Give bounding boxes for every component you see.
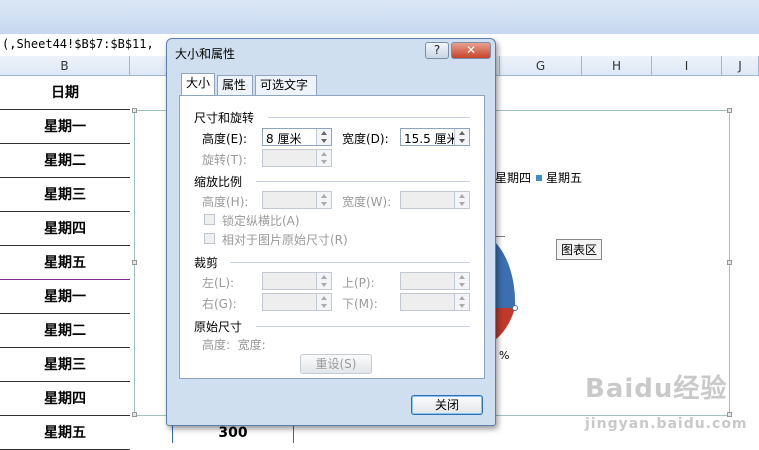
crop-left-spinner[interactable] (262, 272, 332, 290)
cell-row[interactable]: 星期四 (0, 382, 130, 416)
divider (268, 117, 470, 118)
tab-size[interactable]: 大小 (181, 73, 215, 95)
rotate-label: 旋转(T): (202, 153, 247, 167)
width-spinner[interactable]: 15.5 厘米 (400, 128, 470, 146)
help-button[interactable]: ? (425, 42, 449, 59)
resize-handle[interactable] (727, 260, 732, 265)
cell-row[interactable]: 星期五 (0, 416, 130, 450)
dialog-title: 大小和属性 (175, 47, 236, 61)
watermark: Baidu经验 jingyan.baidu.com (585, 374, 748, 432)
scale-width-spinner[interactable] (400, 191, 470, 209)
column-header-h[interactable]: H (582, 56, 652, 76)
spinner-arrows-icon[interactable] (316, 129, 331, 145)
scale-height-spinner[interactable] (262, 191, 332, 209)
pie-percent-label: % (499, 349, 510, 362)
ribbon (0, 0, 759, 35)
lock-ratio-checkbox[interactable] (204, 214, 215, 225)
chart-area-tooltip: 图表区 (556, 239, 603, 260)
pie-point-marker (512, 305, 518, 311)
column-header-b[interactable]: B (0, 56, 130, 76)
legend-swatch-icon (536, 175, 542, 181)
spinner-arrows-icon[interactable] (316, 192, 331, 208)
relative-original-checkbox[interactable] (204, 233, 215, 244)
spinner-arrows-icon[interactable] (454, 273, 469, 289)
crop-bottom-spinner[interactable] (400, 293, 470, 311)
spinner-arrows-icon[interactable] (454, 129, 469, 145)
cell-row[interactable]: 星期二 (0, 144, 130, 178)
section-size-rotate: 尺寸和旋转 (194, 111, 255, 125)
height-label: 高度(E): (202, 132, 247, 146)
crop-left-label: 左(L): (202, 276, 235, 290)
cell-row[interactable]: 星期五 (0, 246, 130, 280)
tab-alt-text[interactable]: 可选文字 (255, 75, 317, 95)
width-value[interactable]: 15.5 厘米 (404, 130, 456, 147)
column-header-i[interactable]: I (652, 56, 722, 76)
cell-row[interactable]: 星期一 (0, 280, 130, 314)
original-size-values: 高度: 宽度: (202, 338, 266, 352)
height-spinner[interactable]: 8 厘米 (262, 128, 332, 146)
section-original-size: 原始尺寸 (194, 320, 243, 334)
divider (256, 181, 470, 182)
tab-panel-size: 尺寸和旋转 高度(E): 8 厘米 宽度(D): 15.5 厘米 旋转(T): … (179, 95, 485, 379)
section-scale: 缩放比例 (194, 175, 243, 189)
divider (230, 262, 470, 263)
cell-value[interactable]: 300 (172, 423, 294, 443)
scale-height-label: 高度(H): (202, 195, 249, 209)
cell-row[interactable]: 星期四 (0, 212, 130, 246)
close-button[interactable]: 关闭 (411, 395, 483, 415)
crop-top-label: 上(P): (342, 276, 375, 290)
legend-item-friday: 星期五 (536, 169, 582, 186)
column-header-j[interactable]: J (722, 56, 759, 76)
spinner-arrows-icon[interactable] (316, 294, 331, 310)
rotate-spinner[interactable] (262, 149, 332, 167)
crop-bottom-label: 下(M): (342, 297, 378, 311)
tab-properties[interactable]: 属性 (217, 75, 253, 95)
resize-handle[interactable] (727, 108, 732, 113)
cell-header-date[interactable]: 日期 (0, 76, 130, 110)
relative-original-label: 相对于图片原始尺寸(R) (222, 233, 348, 247)
cell-row[interactable]: 星期一 (0, 110, 130, 144)
cell-row[interactable]: 星期三 (0, 178, 130, 212)
cell-row[interactable]: 星期三 (0, 348, 130, 382)
spinner-arrows-icon[interactable] (454, 192, 469, 208)
reset-button[interactable]: 重设(S) (300, 354, 372, 374)
scale-width-label: 宽度(W): (342, 195, 392, 209)
column-header-g[interactable]: G (500, 56, 582, 76)
crop-right-spinner[interactable] (262, 293, 332, 311)
resize-handle[interactable] (132, 260, 137, 265)
size-properties-dialog: 大小和属性 ? ✕ 大小 属性 可选文字 尺寸和旋转 高度(E): 8 厘米 宽… (166, 38, 496, 426)
width-label: 宽度(D): (342, 132, 389, 146)
crop-right-label: 右(G): (202, 297, 237, 311)
crop-top-spinner[interactable] (400, 272, 470, 290)
section-crop: 裁剪 (194, 256, 219, 270)
formula-text: (,Sheet44!$B$7:$B$11, (2, 37, 154, 51)
legend-item-thursday: 星期四 (495, 171, 532, 185)
spinner-arrows-icon[interactable] (316, 150, 331, 166)
height-value[interactable]: 8 厘米 (266, 130, 318, 147)
divider (256, 326, 470, 327)
resize-handle[interactable] (132, 412, 137, 417)
close-icon[interactable]: ✕ (451, 42, 491, 59)
spinner-arrows-icon[interactable] (454, 294, 469, 310)
cell-row[interactable]: 星期二 (0, 314, 130, 348)
lock-ratio-label: 锁定纵横比(A) (222, 214, 300, 228)
spinner-arrows-icon[interactable] (316, 273, 331, 289)
resize-handle[interactable] (132, 108, 137, 113)
